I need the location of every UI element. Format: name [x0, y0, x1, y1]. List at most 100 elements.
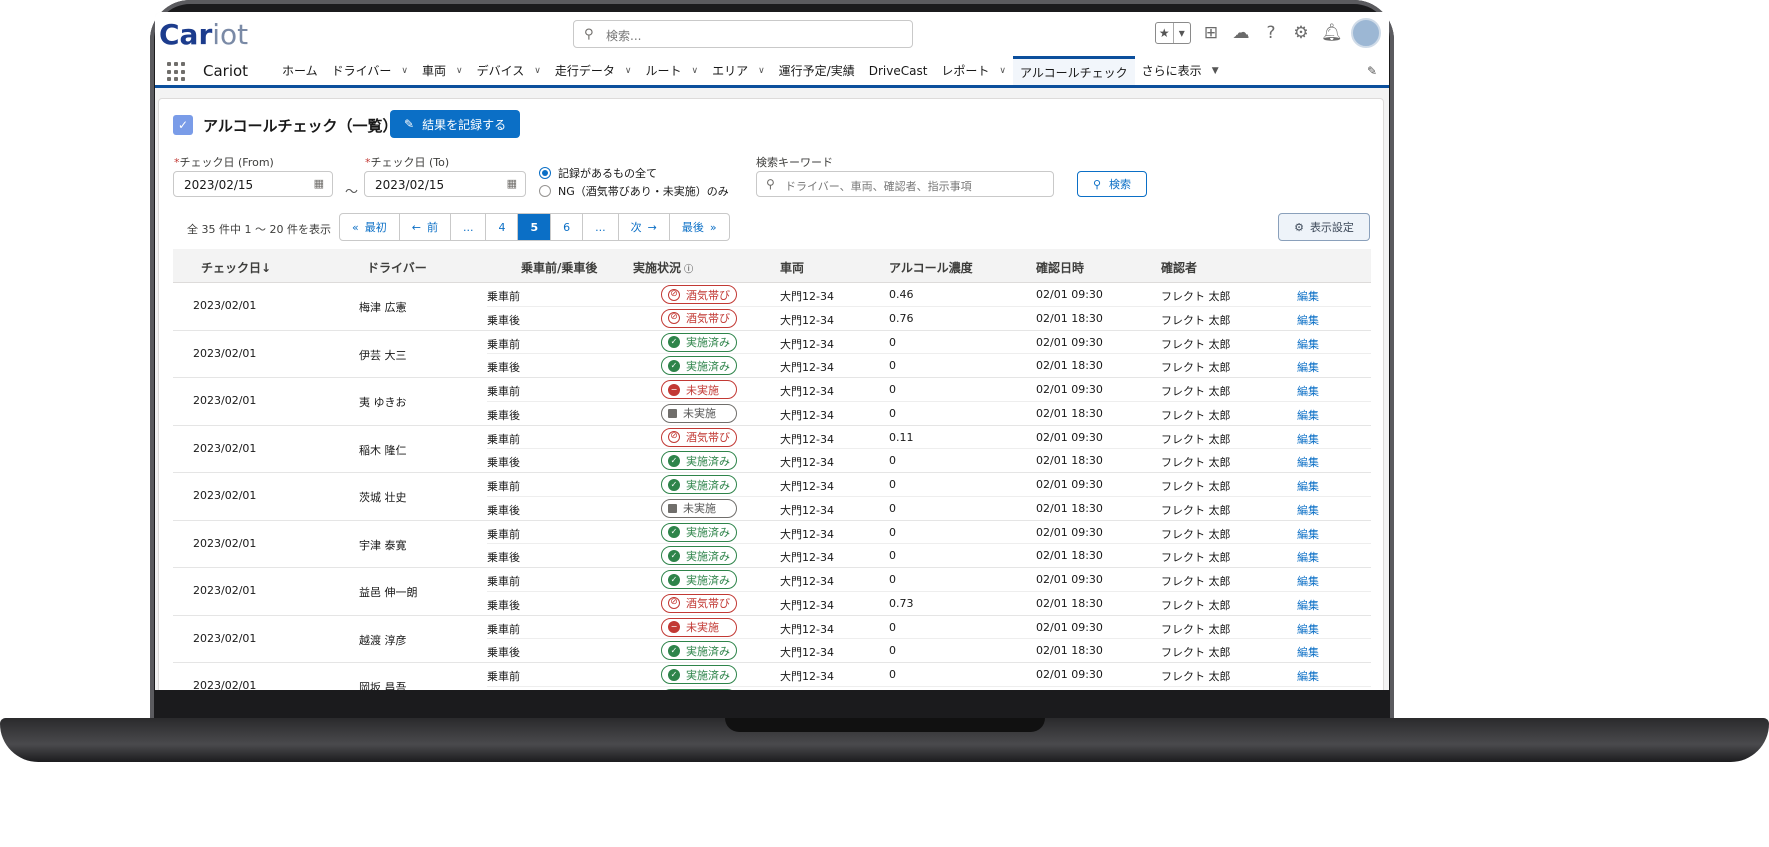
- checker-cell: フレクト 太郎: [1161, 646, 1231, 660]
- page-last-button[interactable]: 最後»: [670, 214, 729, 240]
- nav-item[interactable]: エリア ∨: [705, 56, 772, 85]
- nav-item[interactable]: 走行データ ∨: [548, 56, 639, 85]
- app-nav: Cariot ホーム ドライバー ∨ 車両 ∨ デバイス ∨ 走行データ ∨ ルート ∨ エリア ∨ 運行…: [155, 56, 1389, 88]
- vehicle-cell: 大門12-34: [780, 575, 834, 588]
- alcohol-cell: 0: [889, 573, 896, 586]
- page-prev-button[interactable]: ← 前: [400, 214, 451, 240]
- nav-item[interactable]: ドライバー ∨: [325, 56, 415, 85]
- to-date-label: *チェック日 (To): [365, 156, 450, 169]
- app-logo[interactable]: Cariot: [159, 18, 248, 51]
- calendar-icon[interactable]: ▦: [507, 177, 517, 190]
- laptop-notch: [725, 718, 1045, 732]
- app-launcher-icon[interactable]: [167, 62, 187, 82]
- radio-unselected[interactable]: [539, 185, 551, 197]
- keyword-search-input[interactable]: ⚲ ドライバー、車両、確認者、指示事項: [756, 171, 1054, 197]
- page-5-button[interactable]: 5: [518, 214, 552, 240]
- chevron-down-icon[interactable]: ∨: [401, 66, 408, 76]
- nav-item[interactable]: 運行予定/実績: [772, 56, 862, 85]
- radio-ng-only[interactable]: NG（酒気帯びあり・未実施）のみ: [539, 183, 729, 199]
- edit-link[interactable]: 編集: [1297, 478, 1319, 494]
- table-row-group: 2023/02/01 茨城 壮史 乗車前 ✓ 実施済み 大門12-34 0 02/01 09:…: [173, 473, 1371, 521]
- info-icon[interactable]: ⓘ: [681, 265, 693, 275]
- display-settings-button[interactable]: ⚙ 表示設定: [1278, 213, 1370, 241]
- favorites-button[interactable]: ★ ▾: [1155, 22, 1191, 44]
- add-icon[interactable]: ⊞: [1201, 23, 1221, 43]
- page-next-button[interactable]: 次 →: [619, 214, 670, 240]
- edit-link[interactable]: 編集: [1297, 597, 1319, 613]
- global-search-input[interactable]: ⚲ 検索...: [573, 20, 913, 48]
- confirmed-at-cell: 02/01 09:30: [1036, 288, 1103, 301]
- status-icon: ✓: [668, 526, 680, 538]
- edit-nav-icon[interactable]: ✎: [1367, 64, 1377, 78]
- alcohol-check-icon: ✓: [173, 115, 193, 135]
- col-check-date[interactable]: チェック日↓: [201, 259, 271, 276]
- checker-cell: フレクト 太郎: [1161, 385, 1231, 398]
- nav-item-label: DriveCast: [868, 63, 928, 78]
- alcohol-cell: 0: [889, 620, 896, 634]
- confirmed-at-cell: 02/01 09:30: [1036, 478, 1103, 491]
- edit-link[interactable]: 編集: [1297, 383, 1319, 399]
- edit-link[interactable]: 編集: [1297, 526, 1319, 542]
- from-date-input[interactable]: 2023/02/15 ▦: [173, 171, 333, 197]
- edit-link[interactable]: 編集: [1297, 288, 1319, 304]
- nav-item[interactable]: DriveCast: [862, 56, 935, 85]
- chevron-down-icon[interactable]: ∨: [758, 66, 765, 76]
- chevron-down-icon[interactable]: ∨: [625, 66, 632, 76]
- trailhead-icon[interactable]: ☁: [1231, 23, 1251, 43]
- page-first-button[interactable]: «最初: [340, 214, 400, 240]
- edit-link[interactable]: 編集: [1297, 502, 1319, 518]
- nav-item[interactable]: ホーム: [275, 56, 325, 85]
- chevron-down-icon[interactable]: ∨: [999, 66, 1006, 76]
- page-4-button[interactable]: 4: [486, 214, 519, 240]
- pencil-icon: ✎: [404, 117, 415, 131]
- record-result-button[interactable]: ✎ 結果を記録する: [390, 110, 521, 138]
- nav-item[interactable]: 車両 ∨: [415, 56, 470, 85]
- nav-item[interactable]: ルート ∨: [638, 56, 705, 85]
- check-date-cell: 2023/02/01: [193, 299, 257, 312]
- edit-link[interactable]: 編集: [1297, 407, 1319, 423]
- alcohol-cell: 0: [889, 359, 896, 373]
- header-actions: ★ ▾ ⊞ ☁ ? ⚙ 🔔︎: [1155, 18, 1381, 48]
- page-6-button[interactable]: 6: [551, 214, 584, 240]
- edit-link[interactable]: 編集: [1297, 668, 1319, 684]
- chevron-down-icon[interactable]: ∨: [456, 66, 463, 76]
- edit-link[interactable]: 編集: [1297, 621, 1319, 637]
- nav-item[interactable]: レポート ∨: [934, 56, 1013, 85]
- nav-item[interactable]: さらに表示 ▼: [1135, 56, 1226, 85]
- help-icon[interactable]: ?: [1261, 23, 1281, 43]
- checker-cell: フレクト 太郎: [1161, 337, 1231, 351]
- table-row: 乗車前 ⊘ 酒気帯び 大門12-34 0.11 02/01 09:30 フレクト 太郎 編集: [487, 426, 1371, 450]
- calendar-icon[interactable]: ▦: [314, 177, 324, 190]
- edit-link[interactable]: 編集: [1297, 644, 1319, 660]
- nav-item[interactable]: デバイス ∨: [470, 56, 548, 85]
- nav-item[interactable]: アルコールチェック: [1013, 56, 1135, 85]
- to-date-input[interactable]: 2023/02/15 ▦: [364, 171, 526, 197]
- nav-item-label: アルコールチェック: [1020, 65, 1128, 80]
- chevron-down-icon[interactable]: ▼: [1212, 66, 1219, 76]
- status-icon: ✓: [668, 454, 680, 467]
- confirmed-at-cell: 02/01 18:30: [1036, 644, 1103, 658]
- star-icon: ★: [1156, 23, 1174, 43]
- edit-link[interactable]: 編集: [1297, 431, 1319, 447]
- checker-cell: フレクト 太郎: [1161, 361, 1231, 375]
- driver-cell: 益邑 伸一朗: [359, 586, 418, 599]
- edit-link[interactable]: 編集: [1297, 359, 1319, 375]
- radio-selected[interactable]: [539, 167, 551, 179]
- checker-cell: フレクト 太郎: [1161, 551, 1231, 565]
- chevron-down-icon[interactable]: ∨: [534, 66, 541, 76]
- status-badge: ✓実施済み: [661, 332, 737, 352]
- bell-icon[interactable]: 🔔︎: [1321, 23, 1343, 43]
- chevron-down-icon[interactable]: ∨: [691, 66, 698, 76]
- vehicle-cell: 大門12-34: [780, 598, 834, 612]
- arrow-left-icon: ←: [411, 220, 421, 234]
- gear-icon[interactable]: ⚙: [1291, 23, 1311, 43]
- edit-link[interactable]: 編集: [1297, 573, 1319, 589]
- vehicle-cell: 大門12-34: [780, 480, 834, 493]
- edit-link[interactable]: 編集: [1297, 549, 1319, 565]
- edit-link[interactable]: 編集: [1297, 454, 1319, 470]
- avatar[interactable]: [1351, 18, 1381, 48]
- radio-all-records[interactable]: 記録があるもの全て: [539, 165, 657, 181]
- edit-link[interactable]: 編集: [1297, 336, 1319, 352]
- edit-link[interactable]: 編集: [1297, 312, 1319, 328]
- search-button[interactable]: ⚲ 検索: [1077, 171, 1147, 197]
